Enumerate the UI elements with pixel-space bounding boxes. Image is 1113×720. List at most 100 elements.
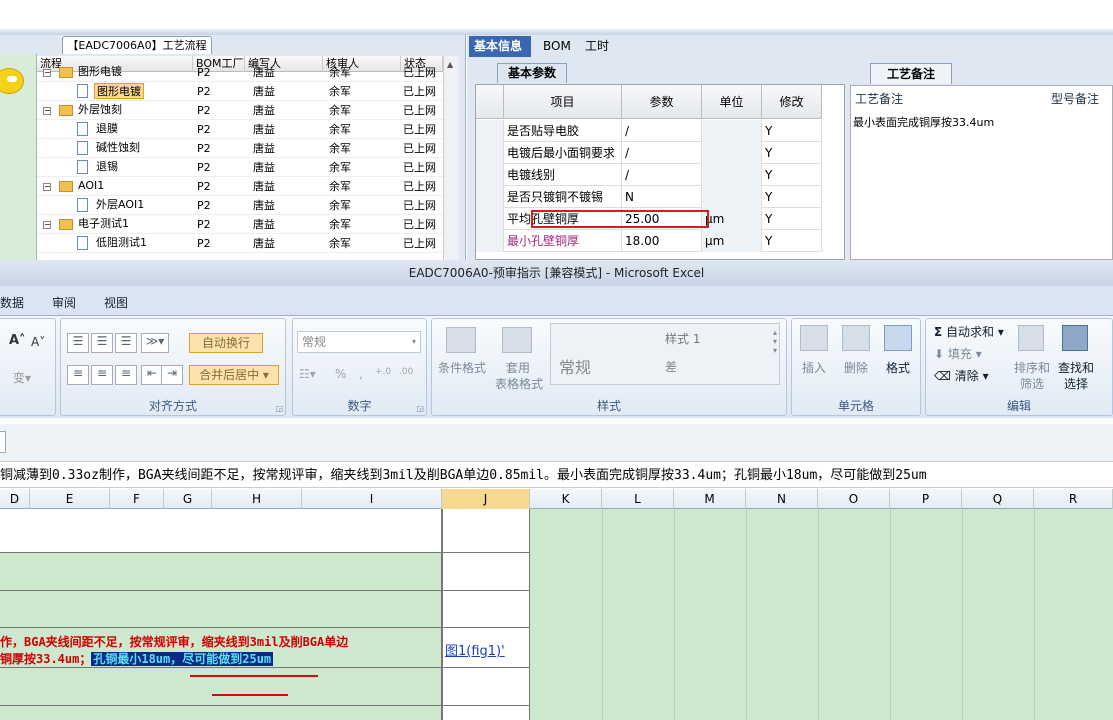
percent-button[interactable]: % [335, 367, 346, 381]
grid-row[interactable]: 是否贴导电胶 / Y [476, 120, 822, 142]
style-normal[interactable]: 常规 [559, 354, 591, 378]
cell-row-1[interactable] [0, 509, 442, 552]
grid-cell-modify[interactable]: Y [762, 120, 822, 142]
tab-bom[interactable]: BOM [538, 36, 574, 57]
grid-cell-unit[interactable] [702, 142, 762, 164]
tab-work-hours[interactable]: 工时 [580, 36, 616, 57]
menu-view[interactable]: 视图 [104, 294, 128, 311]
col-header-q[interactable]: Q [962, 489, 1034, 509]
dialog-launcher-icon[interactable]: ◲ [275, 404, 283, 413]
row-header[interactable] [476, 230, 504, 252]
worksheet[interactable] [0, 509, 1113, 720]
row-header[interactable] [476, 142, 504, 164]
autosum-button[interactable]: Σ 自动求和 ▾ [934, 323, 1004, 340]
insert-icon[interactable] [800, 325, 828, 351]
col-header-g[interactable]: G [164, 489, 212, 509]
align-center-icon[interactable]: ≡ [91, 365, 113, 385]
align-bottom-icon[interactable]: ☰ [115, 333, 137, 353]
row-header[interactable] [476, 164, 504, 186]
tree-row[interactable]: 图形电镀 P2 唐益 余军 已上网 [37, 82, 443, 101]
find-label-2[interactable]: 选择 [1056, 375, 1096, 392]
decrease-indent-icon[interactable]: ⇤ [141, 365, 163, 385]
row-header[interactable] [476, 208, 504, 230]
align-middle-icon[interactable]: ☰ [91, 333, 113, 353]
format-button[interactable]: 格式 [884, 359, 912, 376]
grid-cell-param[interactable]: 18.00 [622, 230, 702, 252]
notes-text[interactable]: 最小表面完成铜厚按33.4um [853, 114, 994, 130]
scroll-up-icon[interactable]: ▲ [447, 60, 453, 69]
table-format-label-2[interactable]: 表格格式 [486, 375, 552, 392]
format-icon[interactable] [884, 325, 912, 351]
grid-cell-modify[interactable]: Y [762, 164, 822, 186]
tree-row[interactable]: − 电子测试1 P2 唐益 余军 已上网 [37, 215, 443, 234]
formula-text[interactable]: 铜减薄到0.33oz制作，BGA夹线间距不足，按常规评审，缩夹线到3mil及削B… [0, 464, 1113, 488]
dialog-launcher-icon[interactable]: ◲ [416, 404, 424, 413]
currency-icon[interactable]: ☷▾ [299, 367, 316, 381]
increase-indent-icon[interactable]: ⇥ [161, 365, 183, 385]
delete-button[interactable]: 删除 [842, 359, 870, 376]
conditional-format-icon[interactable] [446, 327, 476, 353]
col-header-p[interactable]: P [890, 489, 962, 509]
subtab-basic-params[interactable]: 基本参数 [497, 63, 567, 83]
col-header-r[interactable]: R [1034, 489, 1113, 509]
menu-data[interactable]: 数据 [0, 294, 24, 311]
align-right-icon[interactable]: ≡ [115, 365, 137, 385]
grid-header-unit[interactable]: 单位 [702, 85, 762, 119]
tree-row[interactable]: − 图形电镀 P2 唐益 余军 已上网 [37, 63, 443, 82]
grid-cell-item[interactable]: 是否贴导电胶 [504, 120, 622, 142]
figure-link[interactable]: 图1(fig1)' [445, 640, 505, 659]
orientation-icon[interactable]: ≫▾ [141, 333, 169, 353]
increase-decimal-icon[interactable]: +.0 [375, 367, 391, 377]
table-format-icon[interactable] [502, 327, 532, 353]
grid-cell-param[interactable]: / [622, 164, 702, 186]
grid-cell-unit[interactable]: μm [702, 230, 762, 252]
row-header[interactable] [476, 186, 504, 208]
column-j-cells[interactable] [442, 509, 530, 720]
fill-button[interactable]: ⬇ 填充 ▾ [934, 345, 982, 362]
tab-basic-info[interactable]: 基本信息 [469, 36, 531, 57]
grid-row[interactable]: 是否只镀铜不镀锡 N Y [476, 186, 822, 208]
grid-cell-unit[interactable] [702, 120, 762, 142]
grid-cell-unit[interactable]: μm [702, 208, 762, 230]
cell-text-line-1[interactable]: 作，BGA夹线间距不足，按常规评审，缩夹线到3mil及削BGA单边 [0, 633, 348, 650]
number-format-select[interactable]: 常规 ▾ [297, 331, 421, 353]
grid-header-modify[interactable]: 修改 [762, 85, 822, 119]
col-header-d[interactable]: D [0, 489, 30, 509]
phonetic-icon[interactable]: 变▾ [13, 369, 31, 386]
col-header-k[interactable]: K [530, 489, 602, 509]
comma-icon[interactable]: , [359, 367, 363, 381]
collapse-icon[interactable]: − [43, 69, 51, 77]
tree-row[interactable]: 退膜 P2 唐益 余军 已上网 [37, 120, 443, 139]
grow-font-icon[interactable]: A˄ [9, 333, 26, 348]
collapse-icon[interactable]: − [43, 183, 51, 191]
grid-cell-unit[interactable] [702, 164, 762, 186]
name-box[interactable] [0, 431, 6, 453]
grid-cell-unit[interactable] [702, 186, 762, 208]
delete-icon[interactable] [842, 325, 870, 351]
decrease-decimal-icon[interactable]: .00 [399, 367, 413, 377]
col-header-l[interactable]: L [602, 489, 674, 509]
style-bad[interactable]: 差 [665, 358, 677, 375]
grid-header-param[interactable]: 参数 [622, 85, 702, 119]
tree-row[interactable]: 退锡 P2 唐益 余军 已上网 [37, 158, 443, 177]
gallery-scroll-icon[interactable]: ▴ ▾ ▾ [773, 328, 777, 355]
find-label-1[interactable]: 查找和 [1056, 359, 1096, 376]
grid-header-item[interactable]: 项目 [504, 85, 622, 119]
grid-cell-param[interactable]: N [622, 186, 702, 208]
style-1[interactable]: 样式 1 [665, 330, 700, 347]
sort-label-1[interactable]: 排序和 [1014, 359, 1050, 376]
grid-cell-modify[interactable]: Y [762, 142, 822, 164]
grid-cell-item[interactable]: 是否只镀铜不镀锡 [504, 186, 622, 208]
col-header-n[interactable]: N [746, 489, 818, 509]
collapse-icon[interactable]: − [43, 221, 51, 229]
collapse-icon[interactable]: − [43, 107, 51, 115]
grid-cell-modify[interactable]: Y [762, 208, 822, 230]
col-header-m[interactable]: M [674, 489, 746, 509]
tree-row[interactable]: 外层AOI1 P2 唐益 余军 已上网 [37, 196, 443, 215]
grid-row[interactable]: 最小孔壁铜厚 18.00 μm Y [476, 230, 822, 252]
grid-cell-item[interactable]: 电镀线别 [504, 164, 622, 186]
cell-text-line-2[interactable]: 铜厚按33.4um； 孔铜最小18um，尽可能做到25um [0, 650, 274, 667]
grid-cell-modify[interactable]: Y [762, 230, 822, 252]
col-header-i[interactable]: I [302, 489, 442, 509]
menu-review[interactable]: 审阅 [52, 294, 76, 311]
